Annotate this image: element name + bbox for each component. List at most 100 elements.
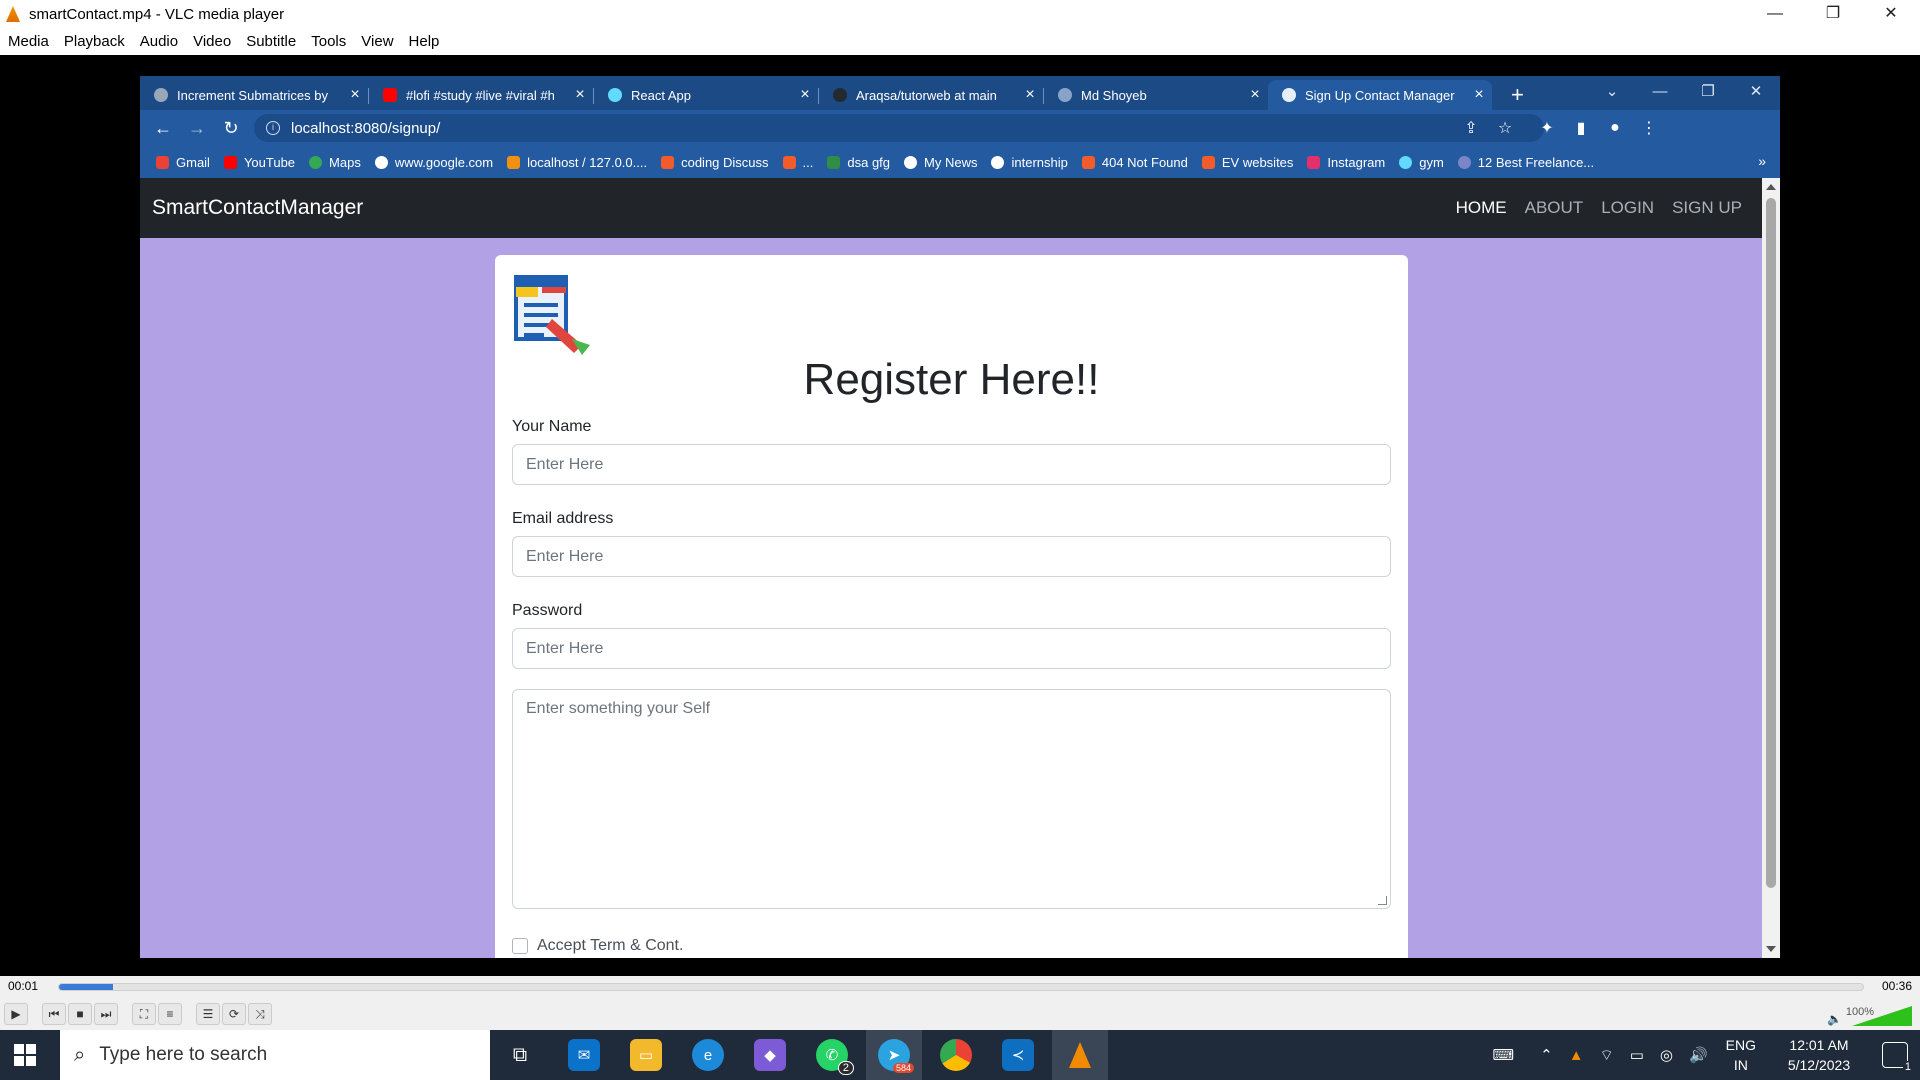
back-icon[interactable]: ← [146,118,180,139]
new-tab-icon[interactable]: + [1511,82,1524,108]
tab-close-icon[interactable]: × [792,86,818,104]
bookmarks-overflow-icon[interactable]: » [1758,153,1766,169]
menu-tools[interactable]: Tools [303,33,353,50]
scroll-up-icon[interactable] [1766,184,1776,190]
tab-search-icon[interactable]: ⌄ [1588,76,1636,110]
scroll-down-icon[interactable] [1766,946,1776,952]
bookmark-ellipsis[interactable]: ... [782,155,813,170]
seek-bar[interactable] [58,983,1864,991]
email-input[interactable]: Enter Here [512,536,1391,577]
bookmark-dsa-gfg[interactable]: dsa gfg [827,155,890,170]
menu-media[interactable]: Media [0,33,56,50]
menu-subtitle[interactable]: Subtitle [238,33,303,50]
playlist-icon[interactable]: ☰ [196,1003,220,1025]
chrome-icon[interactable] [940,1039,972,1071]
whatsapp-icon[interactable]: ✆ 2 [816,1039,854,1075]
copilot-icon[interactable]: ◆ [754,1039,786,1071]
tab-close-icon[interactable]: × [342,86,368,104]
nav-about[interactable]: ABOUT [1525,198,1584,218]
minimize-icon[interactable]: — [1746,0,1804,28]
volume-icon[interactable]: 🔊 [1689,1046,1708,1064]
edge-icon[interactable]: e [692,1039,724,1071]
task-view-icon[interactable]: ⧉ [504,1039,536,1071]
bookmark-coding-discuss[interactable]: coding Discuss [661,155,769,170]
vlc-taskbar-icon[interactable] [1064,1039,1096,1071]
loop-icon[interactable]: ⟳ [222,1003,246,1025]
meet-now-icon[interactable]: ◎ [1660,1046,1673,1064]
bookmark-instagram[interactable]: Instagram [1307,155,1385,170]
tab-md-shoyeb[interactable]: Md Shoyeb × [1044,80,1268,110]
accept-terms-checkbox[interactable] [512,938,528,954]
bookmark-maps[interactable]: Maps [309,155,361,170]
tab-github-tutorweb[interactable]: Araqsa/tutorweb at main × [819,80,1043,110]
show-hidden-icon[interactable]: ⌃ [1540,1046,1553,1064]
taskbar-search[interactable]: ⌕ Type here to search [60,1030,490,1080]
password-input[interactable]: Enter Here [512,628,1391,669]
bookmark-gym[interactable]: gym [1399,155,1444,170]
windows-start-icon[interactable] [14,1044,36,1066]
bookmark-star-icon[interactable]: ☆ [1488,118,1522,138]
stop-icon[interactable]: ■ [68,1003,92,1025]
extended-settings-icon[interactable]: ≡ [158,1003,182,1025]
site-brand[interactable]: SmartContactManager [152,196,363,220]
close-icon[interactable]: ✕ [1862,0,1920,28]
extensions-icon[interactable]: ✦ [1530,118,1564,138]
keyboard-icon[interactable]: ⌨ [1492,1046,1514,1064]
vlc-tray-icon[interactable]: ▲ [1569,1047,1584,1064]
accept-terms[interactable]: Accept Term & Cont. [512,937,683,955]
bookmark-my-news[interactable]: My News [904,155,977,170]
language-indicator[interactable]: ENG IN [1726,1035,1756,1075]
resize-handle-icon[interactable] [1378,896,1387,905]
vscode-icon[interactable]: ≺ [1002,1039,1034,1071]
speaker-icon[interactable]: 🔈 [1827,1012,1842,1026]
tab-sign-up-contact-manager[interactable]: Sign Up Contact Manager × [1268,80,1492,110]
menu-video[interactable]: Video [185,33,238,50]
file-explorer-icon[interactable]: ▭ [630,1039,662,1071]
tab-increment-submatrices[interactable]: Increment Submatrices by × [140,80,368,110]
scrollbar-thumb[interactable] [1766,198,1776,888]
wifi-icon[interactable]: ⌔ [1600,1046,1614,1065]
shuffle-icon[interactable]: ⤨ [248,1003,272,1025]
browser-restore-icon[interactable]: ❐ [1684,76,1732,110]
bookmark-google[interactable]: www.google.com [374,155,493,170]
menu-audio[interactable]: Audio [132,33,185,50]
nav-sign-up[interactable]: SIGN UP [1672,198,1742,218]
share-icon[interactable]: ⇪ [1454,118,1488,138]
bookmark-ev-websites[interactable]: EV websites [1201,155,1293,170]
notification-center-icon[interactable]: 1 [1882,1042,1913,1073]
forward-icon[interactable]: → [180,118,214,139]
menu-help[interactable]: Help [401,33,447,50]
nav-home[interactable]: HOME [1456,198,1507,218]
bookmark-youtube[interactable]: YouTube [223,155,295,170]
bookmark-freelance[interactable]: 12 Best Freelance... [1457,155,1594,170]
tab-close-icon[interactable]: × [567,86,593,104]
previous-icon[interactable]: ⏮ [42,1003,66,1025]
nav-login[interactable]: LOGIN [1601,198,1654,218]
about-textarea[interactable]: Enter something your Self [512,689,1391,909]
bookmark-404-not-found[interactable]: 404 Not Found [1081,155,1188,170]
tab-react-app[interactable]: React App × [594,80,818,110]
browser-close-icon[interactable]: ✕ [1732,76,1780,110]
play-icon[interactable]: ▶ [4,1003,28,1025]
menu-view[interactable]: View [353,33,400,50]
fullscreen-icon[interactable]: ⛶ [132,1003,156,1025]
total-time[interactable]: 00:36 [1882,979,1912,993]
battery-icon[interactable]: ▭ [1630,1046,1644,1064]
tab-close-icon[interactable]: × [1466,86,1492,104]
tab-close-icon[interactable]: × [1242,86,1268,104]
bookmark-internship[interactable]: internship [991,155,1068,170]
side-panel-icon[interactable]: ▮ [1564,118,1598,138]
tab-close-icon[interactable]: × [1017,86,1043,104]
page-scrollbar[interactable] [1762,178,1780,958]
bookmark-phpmyadmin[interactable]: localhost / 127.0.0.... [507,155,647,170]
menu-kebab-icon[interactable]: ⋮ [1632,118,1666,138]
restore-icon[interactable]: ❐ [1804,0,1862,28]
telegram-icon[interactable]: ➤ 584 [878,1039,914,1073]
next-icon[interactable]: ⏭ [94,1003,118,1025]
menu-playback[interactable]: Playback [56,33,132,50]
mail-icon[interactable]: ✉ [568,1039,600,1071]
info-icon[interactable]: i [266,121,280,135]
profile-avatar[interactable]: ● [1598,119,1632,137]
reload-icon[interactable]: ↻ [214,118,248,139]
name-input[interactable]: Enter Here [512,444,1391,485]
